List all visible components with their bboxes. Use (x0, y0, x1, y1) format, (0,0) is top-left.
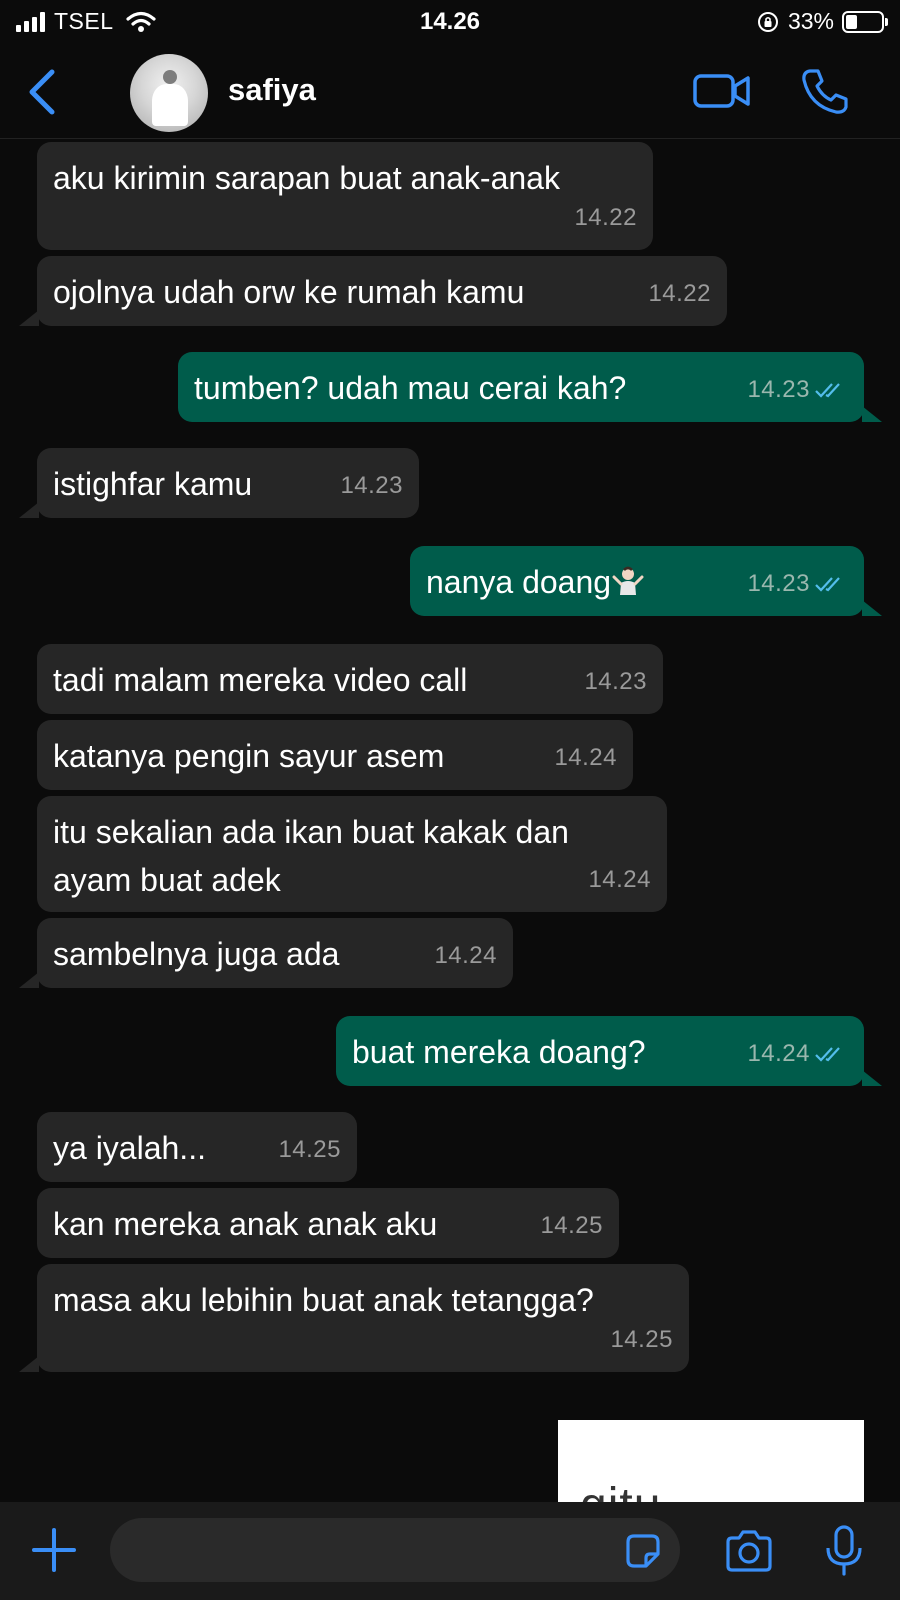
message-text: aku kirimin sarapan buat anak-anak (53, 160, 560, 196)
message-text: istighfar kamu (53, 466, 253, 502)
chat-header: safiya (0, 46, 900, 139)
camera-icon[interactable] (724, 1528, 774, 1574)
message-timestamp: 14.24 (434, 942, 497, 969)
message-bubble-incoming[interactable]: istighfar kamu 14.23 (19, 448, 419, 518)
message-timestamp: 14.24 (588, 866, 651, 893)
message-text: katanya pengin sayur asem (53, 738, 445, 774)
message-bubble-incoming[interactable]: ya iyalah... 14.25 (37, 1112, 357, 1182)
contact-name[interactable]: safiya (228, 72, 316, 108)
message-timestamp: 14.25 (540, 1212, 603, 1239)
message-timestamp: 14.24 (747, 1030, 848, 1078)
microphone-icon[interactable] (822, 1524, 866, 1578)
message-bubble-incoming[interactable]: tadi malam mereka video call 14.23 (37, 644, 663, 714)
avatar[interactable] (130, 54, 208, 132)
input-bar (0, 1502, 900, 1600)
message-bubble-incoming[interactable]: masa aku lebihin buat anak tetangga? 14.… (19, 1264, 689, 1372)
battery-icon (842, 10, 888, 33)
image-message[interactable]: gitu (558, 1420, 864, 1510)
battery-percentage: 33% (787, 8, 834, 34)
message-timestamp: 14.23 (747, 560, 848, 608)
message-timestamp: 14.23 (340, 472, 403, 499)
read-ticks-icon (815, 383, 840, 398)
rotation-lock-icon (757, 11, 778, 32)
message-bubble-outgoing[interactable]: tumben? udah mau cerai kah? 14.23 (178, 352, 882, 422)
read-ticks-icon (815, 1047, 840, 1062)
message-timestamp: 14.23 (747, 366, 848, 414)
message-input[interactable] (110, 1518, 680, 1582)
message-timestamp: 14.23 (584, 668, 647, 695)
phone-icon[interactable] (800, 66, 850, 116)
message-text: tadi malam mereka video call (53, 662, 468, 698)
message-timestamp: 14.25 (278, 1136, 341, 1163)
message-text: buat mereka doang? (352, 1034, 646, 1070)
message-text: masa aku lebihin buat anak tetangga? (53, 1282, 594, 1318)
status-bar: TSEL 14.26 33% (0, 0, 900, 46)
message-bubble-incoming[interactable]: sambelnya juga ada 14.24 (19, 918, 513, 988)
message-bubble-incoming[interactable]: aku kirimin sarapan buat anak-anak 14.22 (37, 142, 653, 250)
message-text: kan mereka anak anak aku (53, 1206, 438, 1242)
sticker-icon[interactable] (622, 1530, 664, 1572)
read-ticks-icon (815, 577, 840, 592)
message-text: ya iyalah... (53, 1130, 206, 1166)
message-text: ojolnya udah orw ke rumah kamu (53, 274, 525, 310)
message-text: tumben? udah mau cerai kah? (194, 370, 627, 406)
message-timestamp: 14.22 (648, 280, 711, 307)
person-shrugging-emoji (612, 566, 644, 595)
plus-icon[interactable] (30, 1526, 78, 1574)
message-bubble-outgoing[interactable]: nanya doang 14.23 (410, 546, 882, 616)
message-bubble-incoming[interactable]: ojolnya udah orw ke rumah kamu 14.22 (19, 256, 727, 326)
message-bubble-outgoing[interactable]: buat mereka doang? 14.24 (336, 1016, 882, 1086)
message-bubble-incoming[interactable]: itu sekalian ada ikan buat kakak dan aya… (37, 796, 667, 912)
message-timestamp: 14.24 (554, 744, 617, 771)
message-bubble-incoming[interactable]: kan mereka anak anak aku 14.25 (37, 1188, 619, 1258)
status-right: 33% (756, 8, 888, 35)
message-text: nanya doang (426, 564, 612, 600)
chevron-left-icon[interactable] (22, 64, 62, 120)
message-text: sambelnya juga ada (53, 936, 340, 972)
message-bubble-incoming[interactable]: katanya pengin sayur asem 14.24 (37, 720, 633, 790)
message-timestamp: 14.22 (574, 204, 637, 231)
video-call-icon[interactable] (692, 68, 752, 114)
message-timestamp: 14.25 (610, 1326, 673, 1353)
message-text: itu sekalian ada ikan buat kakak dan aya… (53, 814, 569, 898)
